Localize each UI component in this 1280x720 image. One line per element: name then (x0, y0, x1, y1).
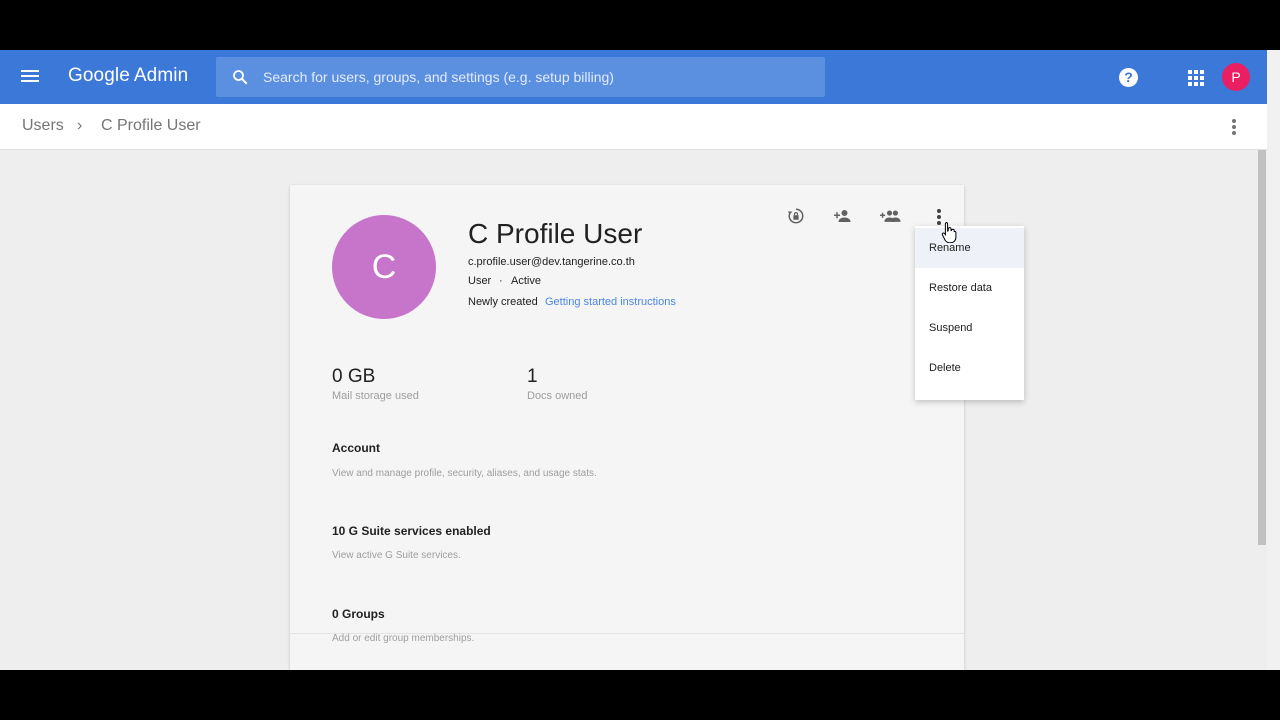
user-email: c.profile.user@dev.tangerine.co.th (468, 256, 635, 268)
menu-item-delete[interactable]: Delete (915, 348, 1024, 388)
help-icon[interactable]: ? (1119, 68, 1138, 87)
breadcrumb-users[interactable]: Users (22, 117, 64, 135)
user-avatar[interactable]: C (332, 215, 436, 319)
top-header: Google Admin Search for users, groups, an… (0, 50, 1267, 104)
stat-docs-label: Docs owned (527, 390, 588, 402)
brand-admin: Admin (133, 65, 189, 86)
search-icon (233, 70, 248, 85)
add-to-group-icon[interactable] (833, 207, 853, 225)
page-more-icon[interactable] (1232, 119, 1236, 137)
stat-mail-storage-value: 0 GB (332, 366, 376, 387)
add-groups-icon[interactable] (880, 207, 902, 225)
section-account-desc: View and manage profile, security, alias… (332, 468, 597, 479)
apps-grid-icon[interactable] (1188, 70, 1204, 86)
separator-dot: · (499, 275, 503, 287)
brand-logo[interactable]: Google Admin (68, 65, 188, 87)
chevron-right-icon: › (77, 117, 83, 134)
user-name: C Profile User (468, 218, 643, 249)
section-services-title[interactable]: 10 G Suite services enabled (332, 524, 491, 538)
brand-google: Google (68, 65, 130, 86)
user-status: Active (511, 275, 541, 287)
admin-window: Google Admin Search for users, groups, an… (0, 50, 1280, 670)
stat-docs-value: 1 (527, 366, 538, 387)
section-services-desc: View active G Suite services. (332, 550, 461, 561)
menu-item-rename[interactable]: Rename (915, 228, 1024, 268)
search-box[interactable]: Search for users, groups, and settings (… (216, 57, 825, 97)
scrollbar-track[interactable] (1267, 50, 1280, 670)
breadcrumb-current: C Profile User (101, 117, 201, 134)
user-card: C C Profile User c.profile.user@dev.tang… (290, 185, 964, 670)
getting-started-link[interactable]: Getting started instructions (545, 296, 676, 308)
menu-item-suspend[interactable]: Suspend (915, 308, 1024, 348)
breadcrumb: Users › C Profile User (0, 104, 1267, 150)
section-groups-title[interactable]: 0 Groups (332, 607, 385, 621)
stat-mail-storage-label: Mail storage used (332, 390, 419, 402)
reset-password-icon[interactable] (787, 207, 805, 225)
newly-created-label: Newly created (468, 296, 538, 308)
hand-cursor-icon (941, 222, 957, 243)
more-actions-menu: Rename Restore data Suspend Delete (915, 226, 1024, 400)
section-groups-desc: Add or edit group memberships. (332, 633, 475, 644)
search-input[interactable]: Search for users, groups, and settings (… (263, 69, 614, 85)
section-account-title[interactable]: Account (332, 441, 380, 455)
user-role: User (468, 275, 492, 287)
account-avatar[interactable]: P (1222, 63, 1250, 91)
menu-item-restore-data[interactable]: Restore data (915, 268, 1024, 308)
scrollbar-thumb[interactable] (1258, 150, 1266, 545)
menu-icon[interactable] (20, 67, 40, 87)
